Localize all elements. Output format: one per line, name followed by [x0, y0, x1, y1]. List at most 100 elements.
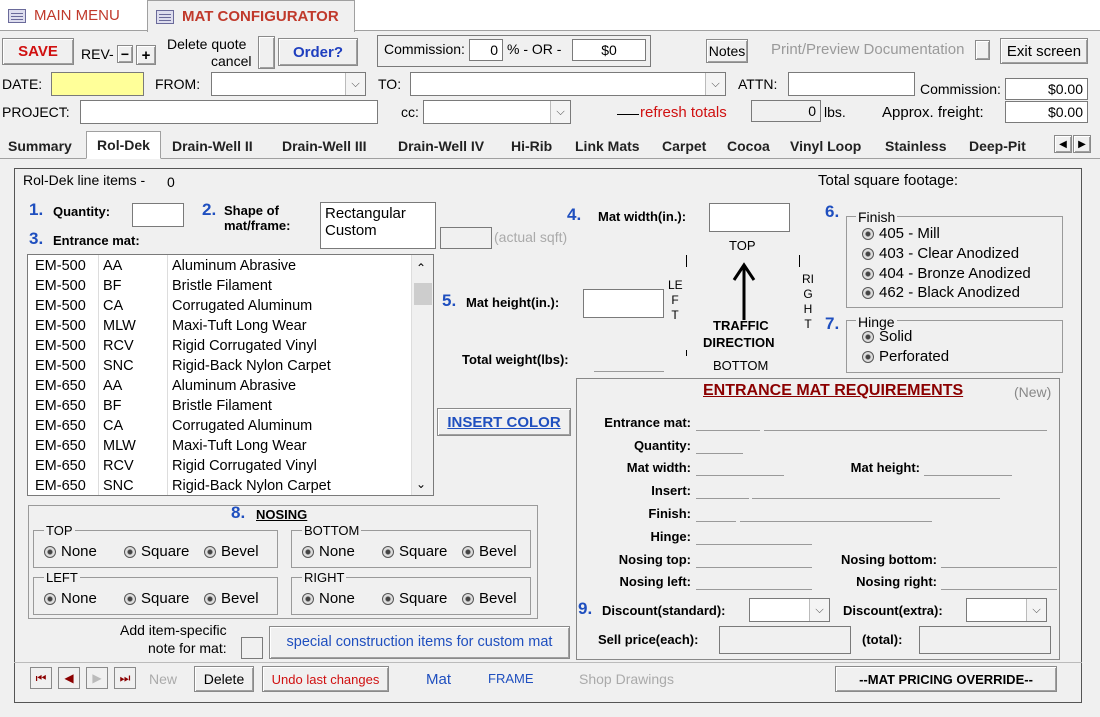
project-field[interactable]: [80, 100, 378, 124]
from-combo[interactable]: ⌵: [211, 72, 366, 96]
frame-button[interactable]: FRAME: [488, 671, 534, 686]
nosing-top-none[interactable]: None: [44, 543, 97, 560]
tab-mat-configurator[interactable]: MAT CONFIGURATOR: [147, 0, 355, 32]
radio-icon[interactable]: [124, 545, 136, 558]
new-record-button[interactable]: New: [149, 671, 177, 687]
save-button[interactable]: SAVE: [2, 38, 74, 65]
rev-minus-button[interactable]: −: [117, 45, 133, 63]
print-preview-button[interactable]: [975, 40, 990, 60]
item-note-field[interactable]: [241, 637, 263, 659]
refresh-totals-link[interactable]: refresh totals: [640, 104, 727, 121]
tab-scroll-right-icon[interactable]: ▶: [1073, 135, 1091, 153]
mat-pricing-override-button[interactable]: --MAT PRICING OVERRIDE--: [835, 666, 1057, 692]
radio-icon[interactable]: [462, 545, 474, 558]
chevron-down-icon[interactable]: ⌵: [1026, 599, 1046, 621]
commission-amount-field[interactable]: $0: [572, 39, 646, 61]
last-record-icon[interactable]: ⏭: [114, 667, 136, 689]
tab-rol-dek[interactable]: Rol-Dek: [86, 131, 161, 159]
quantity-field[interactable]: [132, 203, 184, 227]
exit-screen-button[interactable]: Exit screen: [1000, 38, 1088, 64]
special-construction-button[interactable]: special construction items for custom ma…: [269, 626, 570, 659]
next-record-icon[interactable]: ▶: [86, 667, 108, 689]
nosing-right-square[interactable]: Square: [382, 590, 447, 607]
radio-icon[interactable]: [204, 545, 216, 558]
refresh-totals-checkbox[interactable]: [617, 114, 639, 115]
nosing-right-none[interactable]: None: [302, 590, 355, 607]
discount-extra-combo[interactable]: ⌵: [966, 598, 1047, 622]
tab-drain-well-ii[interactable]: Drain-Well II: [168, 133, 257, 159]
attn-field[interactable]: [788, 72, 915, 96]
radio-icon[interactable]: [862, 330, 874, 343]
nosing-top-square[interactable]: Square: [124, 543, 189, 560]
radio-icon[interactable]: [862, 267, 874, 280]
tab-carpet[interactable]: Carpet: [658, 133, 710, 159]
nosing-right-bevel[interactable]: Bevel: [462, 590, 517, 607]
tab-deep-pit[interactable]: Deep-Pit: [965, 133, 1030, 159]
tab-vinyl-loop[interactable]: Vinyl Loop: [786, 133, 865, 159]
tab-summary[interactable]: Summary: [4, 133, 76, 159]
first-record-icon[interactable]: ⏮: [30, 667, 52, 689]
chevron-down-icon[interactable]: ⌵: [550, 101, 570, 123]
shape-option-rectangular[interactable]: Rectangular: [325, 205, 431, 222]
chevron-down-icon[interactable]: ⌵: [809, 599, 829, 621]
nosing-bottom-bevel[interactable]: Bevel: [462, 543, 517, 560]
mat-width-field[interactable]: [709, 203, 790, 232]
radio-icon[interactable]: [204, 592, 216, 605]
rev-plus-button[interactable]: +: [136, 45, 156, 65]
list-scrollbar[interactable]: ⌃ ⌄: [411, 255, 433, 495]
nosing-bottom-none[interactable]: None: [302, 543, 355, 560]
mat-height-field[interactable]: [583, 289, 664, 318]
radio-icon[interactable]: [44, 592, 56, 605]
finish-option-403[interactable]: 403 - Clear Anodized: [862, 245, 1019, 262]
entrance-mat-list[interactable]: EM-500 AA Aluminum Abrasive EM-500 BF Bristle…: [27, 254, 434, 496]
hinge-option-perforated[interactable]: Perforated: [862, 348, 949, 365]
radio-icon[interactable]: [862, 227, 874, 240]
chevron-down-icon[interactable]: ⌵: [345, 73, 365, 95]
finish-option-462[interactable]: 462 - Black Anodized: [862, 284, 1020, 301]
radio-icon[interactable]: [862, 350, 874, 363]
notes-button[interactable]: Notes: [706, 39, 748, 63]
cc-combo[interactable]: ⌵: [423, 100, 571, 124]
mat-button[interactable]: Mat: [426, 671, 451, 688]
date-field[interactable]: [51, 72, 144, 96]
print-preview-documentation[interactable]: Print/Preview Documentation: [771, 41, 964, 58]
radio-icon[interactable]: [862, 247, 874, 260]
order-button[interactable]: Order?: [278, 38, 358, 66]
tab-drain-well-iv[interactable]: Drain-Well IV: [394, 133, 488, 159]
tab-stainless[interactable]: Stainless: [881, 133, 950, 159]
nosing-left-bevel[interactable]: Bevel: [204, 590, 259, 607]
shape-listbox[interactable]: Rectangular Custom: [320, 202, 436, 249]
tab-drain-well-iii[interactable]: Drain-Well III: [278, 133, 371, 159]
discount-standard-combo[interactable]: ⌵: [749, 598, 830, 622]
radio-icon[interactable]: [382, 592, 394, 605]
radio-icon[interactable]: [302, 545, 314, 558]
previous-record-icon[interactable]: ◀: [58, 667, 80, 689]
radio-icon[interactable]: [302, 592, 314, 605]
hinge-option-solid[interactable]: Solid: [862, 328, 912, 345]
delete-quote-button[interactable]: [258, 36, 275, 69]
radio-icon[interactable]: [382, 545, 394, 558]
tab-link-mats[interactable]: Link Mats: [571, 133, 644, 159]
undo-last-changes-button[interactable]: Undo last changes: [262, 666, 389, 692]
delete-record-button[interactable]: Delete: [194, 666, 254, 692]
finish-option-405[interactable]: 405 - Mill: [862, 225, 940, 242]
scrollbar-thumb[interactable]: [414, 283, 432, 305]
radio-icon[interactable]: [862, 286, 874, 299]
insert-color-button[interactable]: INSERT COLOR: [437, 408, 571, 436]
commission-percent-field[interactable]: 0: [469, 39, 503, 61]
tab-hi-rib[interactable]: Hi-Rib: [507, 133, 556, 159]
nosing-bottom-square[interactable]: Square: [382, 543, 447, 560]
finish-option-404[interactable]: 404 - Bronze Anodized: [862, 265, 1031, 282]
chevron-down-icon[interactable]: ⌵: [705, 73, 725, 95]
nosing-left-none[interactable]: None: [44, 590, 97, 607]
radio-icon[interactable]: [462, 592, 474, 605]
tab-scroll-left-icon[interactable]: ◀: [1054, 135, 1072, 153]
chevron-down-icon[interactable]: ⌄: [416, 477, 426, 491]
nosing-left-square[interactable]: Square: [124, 590, 189, 607]
radio-icon[interactable]: [124, 592, 136, 605]
shop-drawings-button[interactable]: Shop Drawings: [579, 671, 674, 687]
to-combo[interactable]: ⌵: [410, 72, 726, 96]
nosing-top-bevel[interactable]: Bevel: [204, 543, 259, 560]
chevron-up-icon[interactable]: ⌃: [416, 261, 426, 275]
shape-option-custom[interactable]: Custom: [325, 222, 431, 239]
